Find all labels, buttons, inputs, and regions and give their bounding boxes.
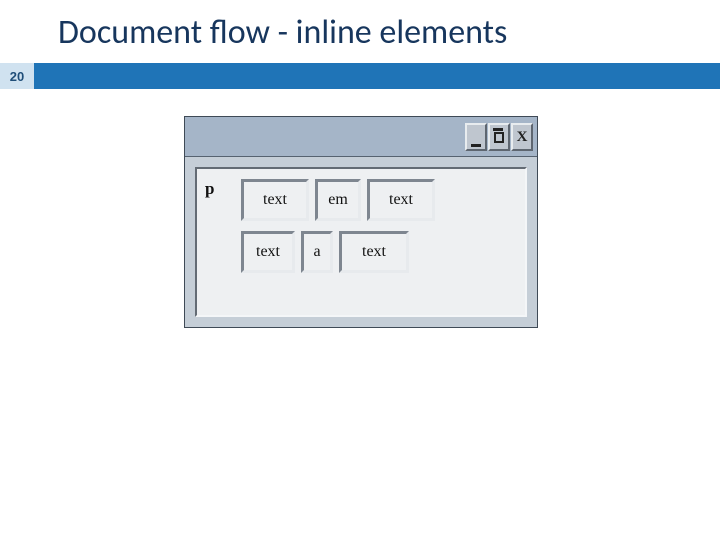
inline-row-2: text a text bbox=[241, 231, 409, 273]
window-buttons: X bbox=[465, 123, 533, 151]
inline-box-text: text bbox=[339, 231, 409, 273]
close-button[interactable]: X bbox=[511, 123, 533, 151]
window-titlebar: X bbox=[185, 117, 537, 157]
slide-title: Document flow - inline elements bbox=[0, 0, 720, 63]
window-client-area: p text em text text a text bbox=[195, 167, 527, 317]
close-icon: X bbox=[517, 129, 528, 146]
restore-icon bbox=[494, 132, 504, 143]
page-number: 20 bbox=[0, 63, 34, 89]
paragraph-label: p bbox=[205, 179, 214, 199]
window-frame: X p text em text text a text bbox=[184, 116, 538, 328]
inline-box-text: text bbox=[367, 179, 435, 221]
minimize-button[interactable] bbox=[465, 123, 487, 151]
slide-banner: 20 bbox=[0, 63, 720, 89]
inline-box-a: a bbox=[301, 231, 333, 273]
minimize-icon bbox=[471, 144, 481, 147]
inline-box-em: em bbox=[315, 179, 361, 221]
restore-button[interactable] bbox=[488, 123, 510, 151]
inline-row-1: text em text bbox=[241, 179, 435, 221]
inline-box-text: text bbox=[241, 179, 309, 221]
inline-box-text: text bbox=[241, 231, 295, 273]
